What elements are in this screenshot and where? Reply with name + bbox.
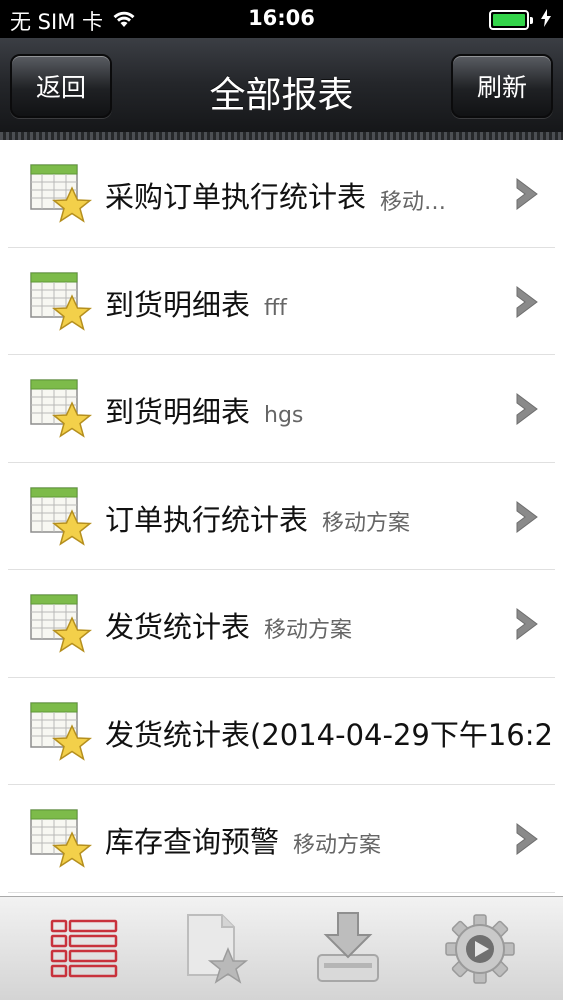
chevron-right-icon <box>513 284 541 320</box>
report-star-icon <box>30 809 93 869</box>
chevron-right-icon <box>513 606 541 642</box>
report-title-line: 到货明细表 fff <box>105 282 287 324</box>
report-subtitle: 移动方案 <box>264 618 353 643</box>
report-row[interactable]: 发货统计表 移动方案 <box>8 570 555 678</box>
favorites-icon <box>187 914 249 984</box>
report-title-line: 采购订单执行统计表 移动… <box>105 174 446 216</box>
report-row[interactable]: 发货统计表(2014-04-29下午16:2 <box>8 678 555 785</box>
tab-download[interactable] <box>308 911 388 987</box>
report-list: 采购订单执行统计表 移动… 到货明细表 fff 到货明细表 hgs 订单执行统计表 移动方案发… <box>0 140 563 896</box>
report-star-icon <box>30 486 93 547</box>
report-star-icon <box>30 701 93 762</box>
report-title: 库存查询预警 <box>105 825 280 859</box>
chevron-right-icon <box>513 391 541 427</box>
chevron-right-icon <box>513 176 541 212</box>
report-subtitle: 移动… <box>380 190 447 215</box>
report-title-line: 发货统计表 移动方案 <box>105 604 352 646</box>
report-star-icon <box>30 594 93 654</box>
report-star-icon <box>30 164 93 224</box>
tab-settings[interactable] <box>440 911 520 987</box>
report-title-line: 到货明细表 hgs <box>105 389 303 431</box>
report-title-line: 订单执行统计表 移动方案 <box>105 497 410 539</box>
report-row[interactable]: 库存查询预警 移动方案 <box>8 785 555 893</box>
status-right <box>489 8 551 32</box>
report-row[interactable]: 采购订单执行统计表 移动… <box>8 140 555 248</box>
report-subtitle: 移动方案 <box>322 510 411 536</box>
status-bar: 无 SIM 卡 16:06 <box>0 0 563 38</box>
tab-favorites[interactable] <box>176 911 256 987</box>
report-title: 订单执行统计表 <box>105 502 309 537</box>
status-time: 16:06 <box>248 6 315 30</box>
report-title: 发货统计表 <box>105 610 251 644</box>
battery-icon <box>489 10 533 30</box>
report-list-icon <box>50 919 118 978</box>
tab-report-list[interactable] <box>44 911 124 987</box>
download-icon <box>317 912 379 982</box>
report-row[interactable]: 到货明细表 fff <box>8 248 555 355</box>
bolt-icon <box>541 8 551 32</box>
tab-bar <box>0 896 563 1000</box>
report-subtitle: hgs <box>264 403 304 428</box>
chevron-right-icon <box>513 499 541 535</box>
report-star-icon <box>30 379 93 439</box>
report-title-line: 库存查询预警 移动方案 <box>105 819 381 861</box>
report-subtitle: fff <box>264 295 287 321</box>
report-title: 到货明细表 <box>105 395 251 429</box>
report-row[interactable]: 到货明细表 hgs <box>8 355 555 463</box>
navigation-bar: 返回 全部报表 刷新 <box>0 38 563 140</box>
report-title: 发货统计表(2014-04-29下午16:2 <box>105 717 553 752</box>
report-title: 到货明细表 <box>105 287 251 322</box>
report-title-line: 发货统计表(2014-04-29下午16:2 <box>105 712 553 754</box>
page-title: 全部报表 <box>209 75 354 116</box>
refresh-button[interactable]: 刷新 <box>451 54 553 118</box>
report-row[interactable]: 订单执行统计表 移动方案 <box>8 463 555 570</box>
settings-icon <box>445 914 515 984</box>
back-button[interactable]: 返回 <box>10 54 112 118</box>
report-star-icon <box>30 271 93 332</box>
report-title: 采购订单执行统计表 <box>105 180 367 214</box>
report-subtitle: 移动方案 <box>293 833 382 858</box>
chevron-right-icon <box>513 821 541 857</box>
